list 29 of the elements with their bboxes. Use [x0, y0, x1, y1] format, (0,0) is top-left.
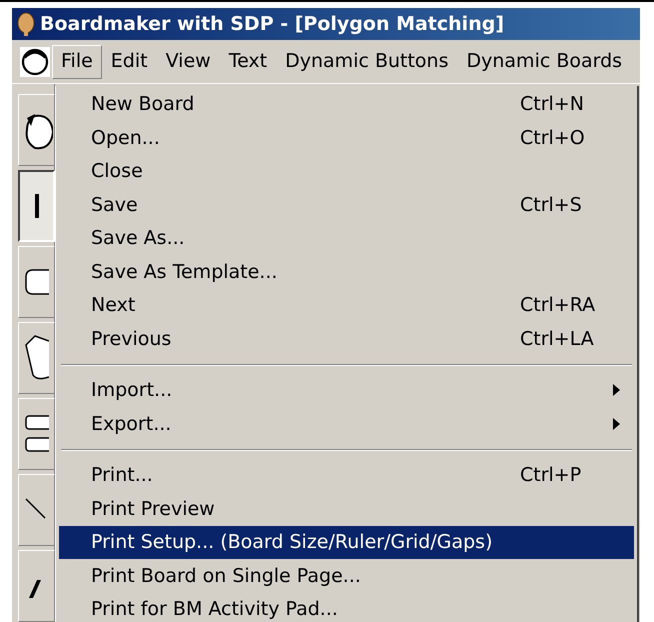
menu-bar-item[interactable]: Text: [220, 44, 276, 78]
menu-item[interactable]: Open... Ctrl+O: [59, 121, 634, 155]
menu-bar-item[interactable]: View: [156, 44, 220, 78]
menu-item[interactable]: Next Ctrl+RA: [59, 288, 634, 322]
menu-bar-item[interactable]: Edit: [102, 44, 157, 78]
submenu-arrow-icon: [613, 384, 620, 396]
menu-item[interactable]: Print Setup... (Board Size/Ruler/Grid/Gaps): [59, 526, 634, 560]
polygon-icon: [24, 335, 48, 381]
window-title: Boardmaker with SDP - [Polygon Matching]: [40, 12, 504, 37]
menu-bar-item[interactable]: File: [52, 44, 102, 78]
menu-item[interactable]: Save As...: [59, 222, 634, 256]
cursor-bar-icon: [34, 194, 40, 218]
submenu-arrow-icon: [613, 418, 620, 430]
stacked-rectangles-icon: [24, 415, 48, 453]
menu-item[interactable]: Print Board on Single Page...: [59, 559, 634, 593]
menu-item[interactable]: Print... Ctrl+P: [59, 458, 634, 492]
menu-item[interactable]: New Board Ctrl+N: [59, 88, 634, 122]
menu-item[interactable]: Save As Template...: [59, 255, 634, 289]
menu-bar-item[interactable]: Dynamic Buttons: [276, 44, 458, 78]
menu-item[interactable]: Import...: [59, 374, 634, 408]
menu-item[interactable]: Print Preview: [59, 492, 634, 526]
menu-item[interactable]: Export...: [59, 407, 634, 441]
menu-item[interactable]: Print for BM Activity Pad...: [59, 592, 634, 622]
menu-item[interactable]: Save Ctrl+S: [59, 188, 634, 222]
menu-item[interactable]: Close: [59, 154, 634, 188]
bald-head-icon: [16, 12, 36, 36]
menu-item[interactable]: Previous Ctrl+LA: [59, 322, 634, 356]
menu-bar-item[interactable]: Dynamic Boards: [458, 44, 632, 78]
tool-button[interactable]: [18, 170, 55, 242]
